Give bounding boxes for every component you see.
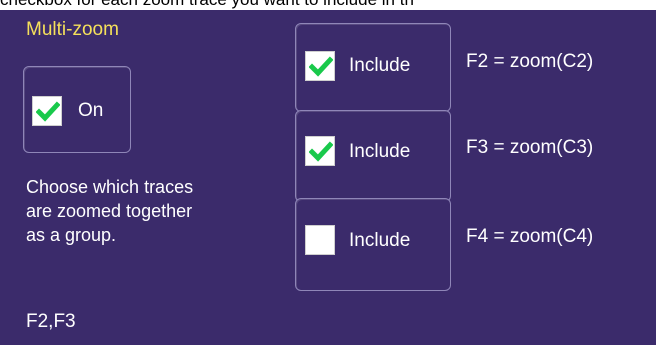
multi-zoom-on-button[interactable]: On xyxy=(23,66,131,153)
top-caption: checkbox for each zoom trace you want to… xyxy=(0,0,656,9)
trace-formula-f3: F3 = zoom(C3) xyxy=(466,137,594,158)
help-line: as a group. xyxy=(26,225,117,245)
include-label: Include xyxy=(349,55,411,76)
trace-formula-f2: F2 = zoom(C2) xyxy=(466,51,594,72)
include-f4-checkbox[interactable] xyxy=(305,225,335,255)
help-text: Choose which traces are zoomed together … xyxy=(26,175,276,247)
include-label: Include xyxy=(349,230,411,251)
include-f3-button[interactable]: Include xyxy=(295,110,451,202)
check-icon xyxy=(36,101,60,122)
trace-formula-f4: F4 = zoom(C4) xyxy=(466,226,594,247)
section-title: Multi-zoom xyxy=(26,19,119,40)
help-line: Choose which traces xyxy=(26,177,194,197)
group-value: F2,F3 xyxy=(26,311,76,332)
on-label: On xyxy=(78,100,104,121)
include-label: Include xyxy=(349,141,411,162)
help-line: are zoomed together xyxy=(26,201,193,221)
include-f2-checkbox[interactable] xyxy=(305,51,335,81)
check-icon xyxy=(309,56,333,77)
multi-zoom-on-checkbox[interactable] xyxy=(32,96,62,126)
multi-zoom-panel: Multi-zoom On Choose which traces are zo… xyxy=(0,10,656,345)
include-f3-checkbox[interactable] xyxy=(305,136,335,166)
include-f4-button[interactable]: Include xyxy=(295,198,451,291)
include-f2-button[interactable]: Include xyxy=(295,23,451,112)
check-icon xyxy=(309,141,333,162)
